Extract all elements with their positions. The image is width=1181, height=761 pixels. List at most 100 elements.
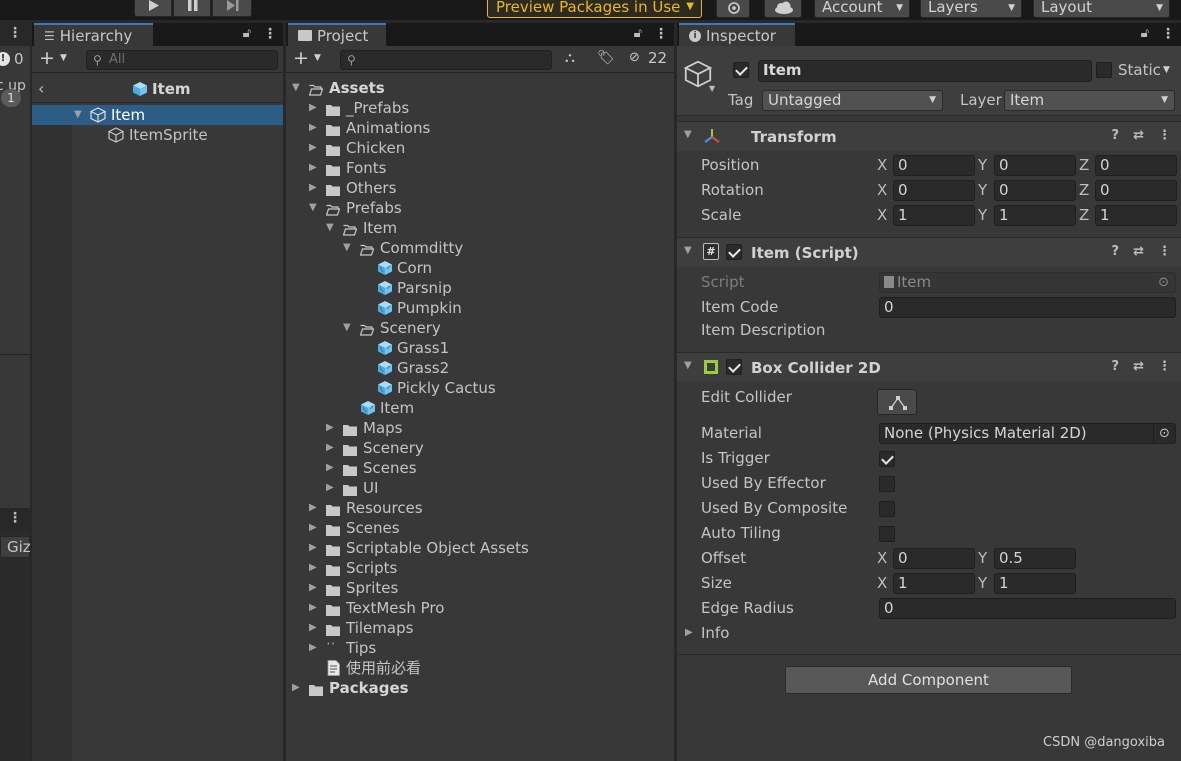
script-enabled-checkbox[interactable] — [726, 244, 742, 260]
offset-x-field[interactable]: 0 — [893, 548, 975, 569]
menu-dots-icon[interactable]: ⋮ — [1158, 244, 1171, 259]
gizmos-button[interactable]: Giz — [0, 536, 30, 558]
menu-dots-icon[interactable]: ⋮ — [654, 26, 668, 42]
project-tree-item[interactable]: ▶ Packages — [286, 678, 674, 698]
collapse-arrow-icon[interactable]: ▶ — [309, 158, 317, 178]
menu-dots-icon[interactable]: ⋮ — [1158, 359, 1171, 374]
offset-x-axis-label[interactable]: X — [877, 549, 887, 567]
collapse-arrow-icon[interactable]: ▶ — [309, 98, 317, 118]
object-picker-icon[interactable]: ⊙ — [1153, 424, 1175, 443]
project-tree-item[interactable]: ▶ Scripts — [286, 558, 674, 578]
position-y-field[interactable]: 0 — [994, 155, 1076, 176]
collapse-arrow-icon[interactable]: ▶ — [326, 418, 334, 438]
scale-x-axis-label[interactable]: X — [877, 206, 887, 224]
chevron-down-icon[interactable]: ▼ — [709, 84, 715, 93]
size-y-axis-label[interactable]: Y — [978, 574, 987, 592]
collapse-arrow-icon[interactable]: ▶ — [309, 118, 317, 138]
scale-y-axis-label[interactable]: Y — [978, 206, 987, 224]
project-tree-item[interactable]: Item — [286, 398, 674, 418]
object-name-field[interactable]: Item — [758, 60, 1092, 82]
hierarchy-item-item[interactable]: ▼ Item — [32, 105, 283, 125]
chevron-down-icon[interactable]: ▼ — [314, 53, 321, 63]
layer-dropdown[interactable]: Item — [1004, 90, 1175, 111]
collapse-arrow-icon[interactable]: ▶ — [309, 638, 317, 658]
cloud-button[interactable] — [764, 0, 802, 18]
collapse-arrow-icon[interactable]: ▶ — [309, 518, 317, 538]
material-field[interactable]: None (Physics Material 2D) ⊙ — [879, 423, 1176, 444]
expand-arrow-icon[interactable]: ▼ — [684, 129, 692, 140]
project-tree-item[interactable]: ▶ Scenes — [286, 518, 674, 538]
expand-arrow-icon[interactable]: ▼ — [684, 245, 692, 256]
expand-arrow-icon[interactable]: ▶ — [685, 627, 693, 638]
preview-packages-button[interactable]: Preview Packages in Use ▼ — [487, 0, 702, 18]
scale-z-axis-label[interactable]: Z — [1079, 206, 1089, 224]
tab-hierarchy[interactable]: ☰ Hierarchy — [34, 23, 153, 46]
chevron-down-icon[interactable]: ▼ — [60, 53, 67, 63]
info-foldout-label[interactable]: Info — [701, 624, 729, 642]
project-tree-item[interactable]: ▶ Tilemaps — [286, 618, 674, 638]
project-tree-item[interactable]: ▼ Scenery — [286, 318, 674, 338]
expand-arrow-icon[interactable]: ▼ — [326, 218, 334, 238]
presets-icon[interactable]: ⇄ — [1133, 128, 1144, 143]
used-by-composite-checkbox[interactable] — [879, 501, 895, 517]
expand-arrow-icon[interactable]: ▼ — [74, 105, 82, 125]
expand-arrow-icon[interactable]: ▼ — [684, 360, 692, 371]
collider-enabled-checkbox[interactable] — [726, 359, 742, 375]
collapse-arrow-icon[interactable]: ▶ — [309, 578, 317, 598]
chevron-down-icon[interactable]: ▼ — [1163, 65, 1170, 75]
project-tree-item[interactable]: ▼ Assets — [286, 78, 674, 98]
position-z-field[interactable]: 0 — [1095, 155, 1177, 176]
scale-x-field[interactable]: 1 — [893, 205, 975, 226]
project-tree-item[interactable]: Pumpkin — [286, 298, 674, 318]
help-icon[interactable]: ? — [1112, 244, 1120, 259]
lock-icon[interactable]: 🔓︎ — [243, 26, 251, 42]
static-checkbox[interactable] — [1096, 62, 1112, 78]
position-x-axis-label[interactable]: X — [877, 156, 887, 174]
filter-by-type-icon[interactable]: ⛬ — [565, 50, 575, 66]
project-tree-item[interactable]: Pickly Cactus — [286, 378, 674, 398]
tab-inspector[interactable]: i Inspector — [679, 23, 795, 46]
position-z-axis-label[interactable]: Z — [1079, 156, 1089, 174]
auto-tiling-checkbox[interactable] — [879, 526, 895, 542]
expand-arrow-icon[interactable]: ▼ — [343, 238, 351, 258]
presets-icon[interactable]: ⇄ — [1133, 359, 1144, 374]
edge-radius-field[interactable]: 0 — [879, 598, 1176, 619]
project-tree-item[interactable]: ▼ Prefabs — [286, 198, 674, 218]
back-chevron-icon[interactable]: ‹ — [38, 79, 44, 98]
project-tree-item[interactable]: Grass1 — [286, 338, 674, 358]
hierarchy-search-input[interactable]: ⚲ All — [86, 50, 278, 70]
create-add-button[interactable]: + — [293, 47, 309, 69]
project-tree-item[interactable]: ▼ Item — [286, 218, 674, 238]
collapse-arrow-icon[interactable]: ▶ — [309, 538, 317, 558]
project-tree-item[interactable]: ▶ _Prefabs — [286, 98, 674, 118]
game-menu-dots-icon[interactable]: ⋮ — [8, 510, 22, 526]
collapse-arrow-icon[interactable]: ▶ — [292, 678, 300, 698]
collapse-arrow-icon[interactable]: ▶ — [309, 558, 317, 578]
collapse-arrow-icon[interactable]: ▶ — [309, 178, 317, 198]
project-tree-item[interactable]: ▼ Commditty — [286, 238, 674, 258]
position-x-field[interactable]: 0 — [893, 155, 975, 176]
layout-dropdown[interactable]: Layout — [1033, 0, 1170, 18]
account-dropdown[interactable]: Account — [814, 0, 910, 18]
size-x-field[interactable]: 1 — [893, 573, 975, 594]
project-tree-item[interactable]: Grass2 — [286, 358, 674, 378]
menu-dots-icon[interactable]: ⋮ — [1158, 128, 1171, 143]
project-tree-item[interactable]: ▶ Chicken — [286, 138, 674, 158]
rotation-y-axis-label[interactable]: Y — [978, 181, 987, 199]
expand-arrow-icon[interactable]: ▼ — [343, 318, 351, 338]
project-tree-item[interactable]: Corn — [286, 258, 674, 278]
collapse-arrow-icon[interactable]: ▶ — [309, 138, 317, 158]
project-tree-item[interactable]: ▶ Resources — [286, 498, 674, 518]
size-y-field[interactable]: 1 — [994, 573, 1076, 594]
rotation-z-axis-label[interactable]: Z — [1079, 181, 1089, 199]
expand-arrow-icon[interactable]: ▼ — [309, 198, 317, 218]
project-tree-item[interactable]: ▶ Animations — [286, 118, 674, 138]
box-collider-header[interactable]: ▼ Box Collider 2D ? ⇄ ⋮ — [677, 352, 1181, 382]
project-tree-item[interactable]: ▶ Scriptable Object Assets — [286, 538, 674, 558]
project-tree-item[interactable]: Parsnip — [286, 278, 674, 298]
offset-y-field[interactable]: 0.5 — [994, 548, 1076, 569]
collapse-arrow-icon[interactable]: ▶ — [309, 598, 317, 618]
project-tree-item[interactable]: ▶ Scenery — [286, 438, 674, 458]
collapse-arrow-icon[interactable]: ▶ — [326, 478, 334, 498]
item-script-header[interactable]: ▼ # Item (Script) ? ⇄ ⋮ — [677, 237, 1181, 267]
